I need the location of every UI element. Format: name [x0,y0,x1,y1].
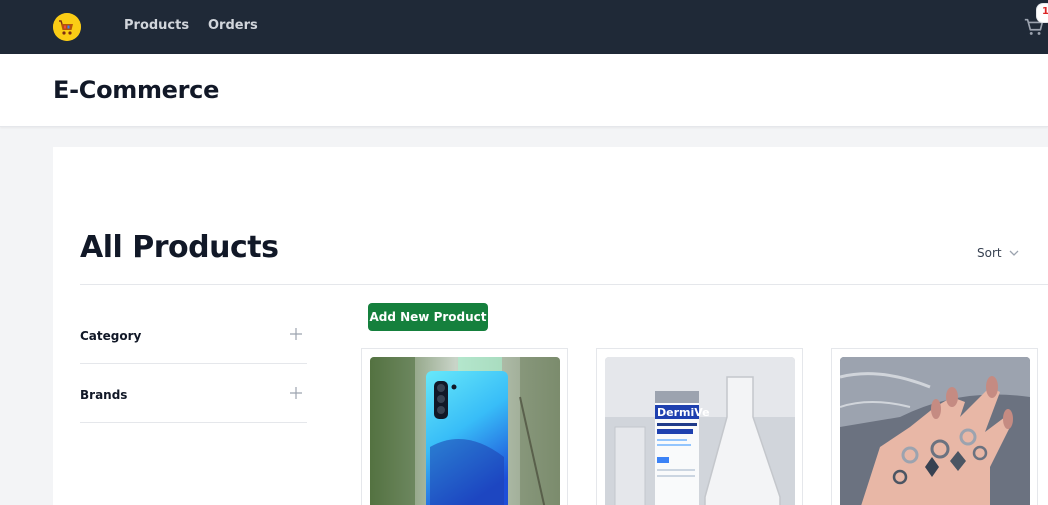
filter-category-label: Category [80,329,142,343]
site-title: E-Commerce [53,76,220,104]
jewelry-rings-image [840,357,1030,505]
heading-divider [80,284,1048,285]
product-card[interactable] [831,348,1038,505]
cart-count-badge: 1 [1037,4,1048,22]
plus-icon[interactable] [289,386,303,400]
sort-dropdown[interactable]: Sort [977,246,1020,260]
page-header: E-Commerce [0,54,1048,127]
filter-brands-label: Brands [80,388,128,402]
smartphone-image [370,357,560,505]
nav-products-link[interactable]: Products [124,18,189,33]
product-card[interactable]: DermiVe [596,348,803,505]
top-navbar: Products Orders 1 [0,0,1048,54]
page-title: All Products [80,230,279,265]
filter-category[interactable]: Category [80,305,307,364]
add-new-product-button[interactable]: Add New Product [368,303,488,331]
svg-text:DermiVe: DermiVe [657,406,710,419]
plus-icon[interactable] [289,327,303,341]
products-panel: All Products Sort Category Brands Add Ne… [53,147,1048,505]
store-logo-icon[interactable] [53,13,81,41]
product-card[interactable] [361,348,568,505]
filter-brands[interactable]: Brands [80,364,307,423]
moisturizer-image: DermiVe [605,357,795,505]
chevron-down-icon [1009,250,1019,256]
sort-label: Sort [977,246,1002,260]
nav-orders-link[interactable]: Orders [208,18,258,33]
